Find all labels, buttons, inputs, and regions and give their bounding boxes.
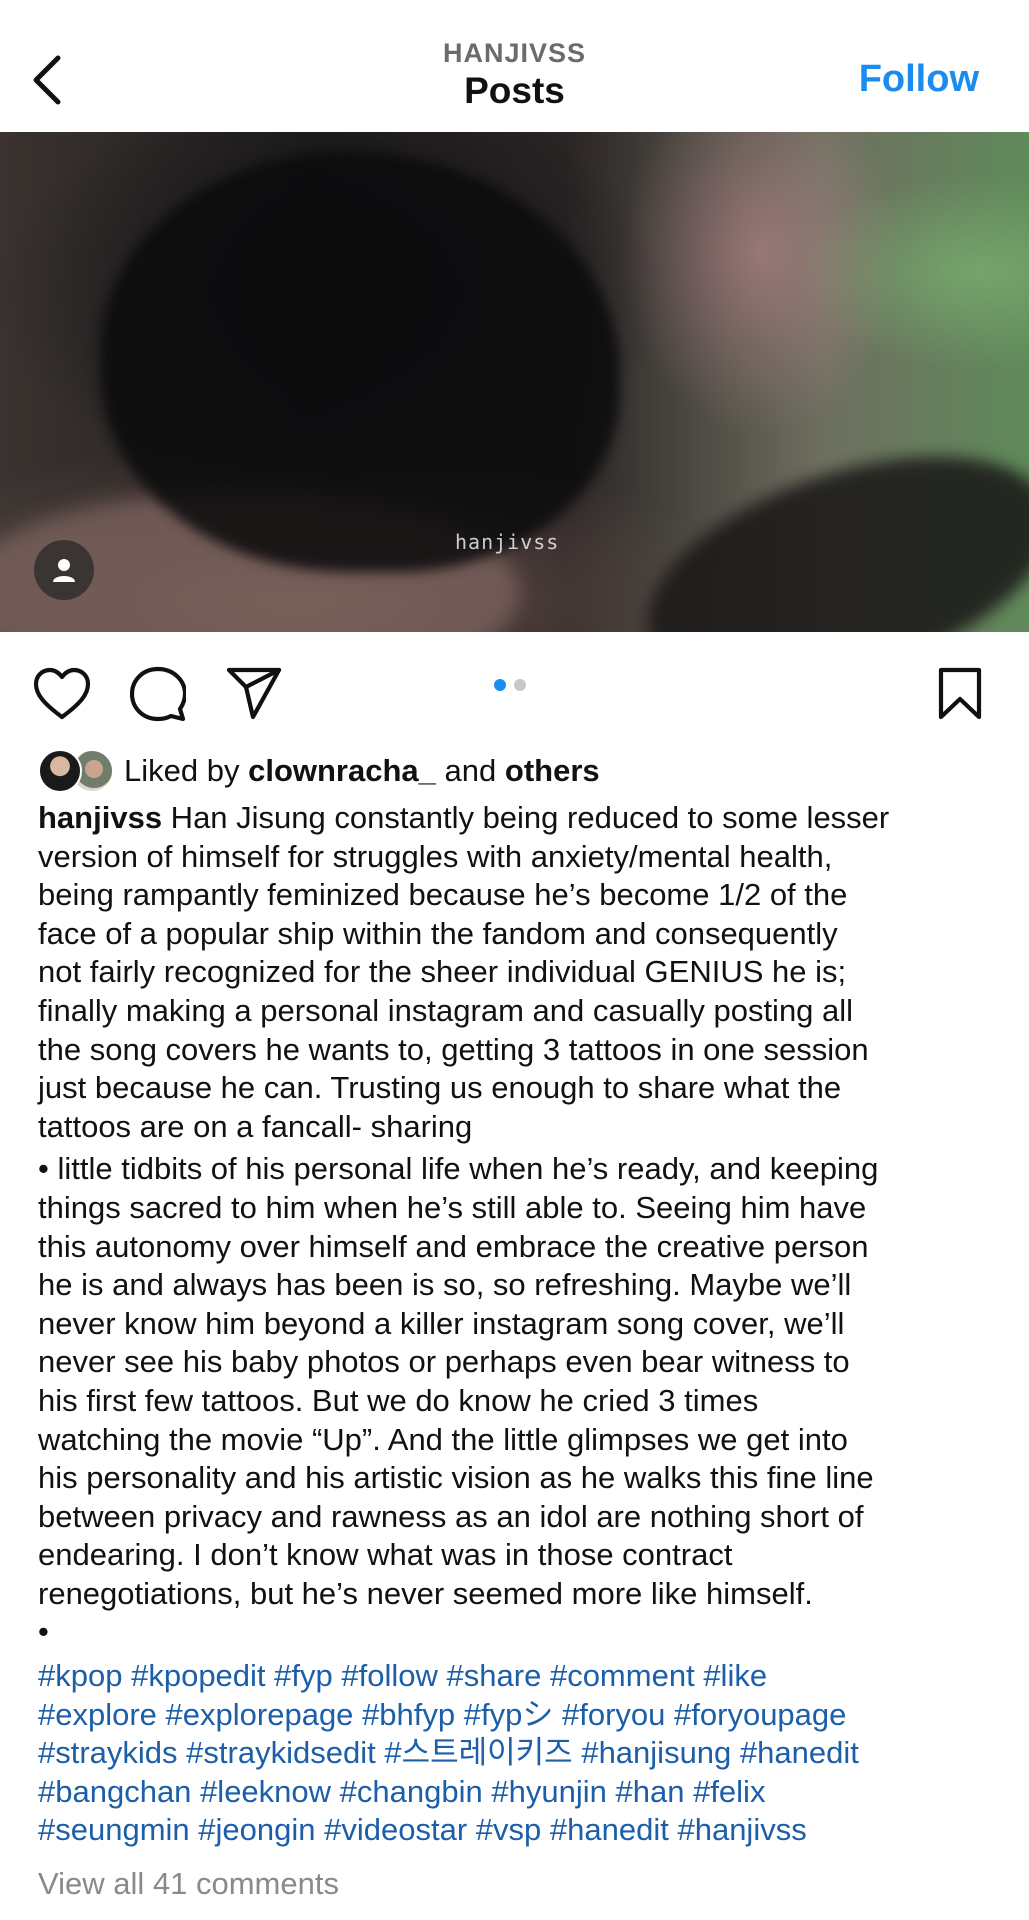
hashtag-link[interactable]: #hanedit: [550, 1812, 669, 1847]
tagged-users-button[interactable]: [34, 540, 94, 600]
caption-line: never see his baby photos or perhaps eve…: [38, 1344, 850, 1380]
bookmark-icon: [938, 667, 982, 720]
hashtag-link[interactable]: #fyp: [274, 1658, 333, 1693]
hashtag-link[interactable]: #hyunjin: [491, 1774, 606, 1809]
hashtag-link[interactable]: #explorepage: [166, 1697, 354, 1732]
hashtag-link[interactable]: #felix: [693, 1774, 765, 1809]
likes-others[interactable]: others: [505, 753, 600, 789]
hashtag-link[interactable]: #foryou: [562, 1697, 665, 1732]
caption-paragraph: • little tidbits of his personal life wh…: [38, 1150, 998, 1613]
hashtag-link[interactable]: #fypシ: [464, 1697, 554, 1732]
hashtag-link[interactable]: #hanjivss: [677, 1812, 806, 1847]
carousel-indicator: [494, 679, 526, 691]
comment-button[interactable]: [128, 664, 188, 724]
caption-line: endearing. I don’t know what was in thos…: [38, 1537, 733, 1573]
caption-line: watching the movie “Up”. And the little …: [38, 1421, 848, 1457]
caption-paragraph: hanjivss Han Jisung constantly being red…: [38, 799, 998, 1146]
hashtag-link[interactable]: #straykids: [38, 1735, 178, 1770]
hashtag-link[interactable]: #comment: [550, 1658, 695, 1693]
hashtag-link[interactable]: #kpopedit: [131, 1658, 265, 1693]
caption-line: not fairly recognized for the sheer indi…: [38, 954, 847, 990]
hashtag-link[interactable]: #seungmin: [38, 1812, 190, 1847]
caption-line: being rampantly feminized because he’s b…: [38, 877, 848, 913]
hashtag-line: #bangchan #leeknow #changbin #hyunjin #h…: [38, 1773, 1018, 1812]
share-button[interactable]: [224, 664, 284, 724]
hashtag-link[interactable]: #like: [703, 1658, 767, 1693]
hashtag-line: #seungmin #jeongin #videostar #vsp #hane…: [38, 1811, 1018, 1850]
hashtag-link[interactable]: #follow: [341, 1658, 438, 1693]
caption-line: he is and always has been is so, so refr…: [38, 1267, 852, 1303]
caption-line: things sacred to him when he’s still abl…: [38, 1189, 867, 1225]
likes-summary[interactable]: Liked by clownracha_ and others: [38, 745, 600, 797]
caption-line: tattoos are on a fancall- sharing: [38, 1108, 473, 1144]
view-all-comments-link[interactable]: View all 41 comments: [38, 1864, 339, 1904]
likes-prefix: Liked by: [124, 753, 240, 788]
speech-bubble-icon: [130, 666, 186, 722]
likes-connector: and: [444, 753, 497, 788]
caption-line: finally making a personal instagram and …: [38, 992, 854, 1028]
avatar: [38, 749, 82, 793]
hashtag-link[interactable]: #vsp: [476, 1812, 541, 1847]
liker-username[interactable]: clownracha_: [248, 753, 436, 789]
hashtag-line: #explore #explorepage #bhfyp #fypシ #fory…: [38, 1696, 1018, 1735]
carousel-dot: [514, 679, 526, 691]
hashtag-link[interactable]: #bangchan: [38, 1774, 191, 1809]
caption-line: renegotiations, but he’s never seemed mo…: [38, 1575, 813, 1611]
caption-line: between privacy and rawness as an idol a…: [38, 1498, 864, 1534]
media-blur-region: [619, 412, 1029, 632]
top-bar: HANJIVSS Posts Follow: [0, 0, 1029, 132]
media-blur-region: [100, 152, 620, 572]
caption-line: his personality and his artistic vision …: [38, 1460, 874, 1496]
hashtag-link[interactable]: #videostar: [324, 1812, 467, 1847]
caption-line: this autonomy over himself and embrace t…: [38, 1228, 869, 1264]
post-media[interactable]: hanjivss: [0, 132, 1029, 632]
heart-icon: [33, 667, 91, 720]
liker-avatars: [38, 747, 118, 795]
hashtag-link[interactable]: #스트레이키즈: [384, 1735, 572, 1770]
person-icon: [53, 559, 75, 582]
hashtag-link[interactable]: #jeongin: [198, 1812, 315, 1847]
hashtag-link[interactable]: #changbin: [340, 1774, 483, 1809]
caption-line: • little tidbits of his personal life wh…: [38, 1151, 879, 1187]
hashtag-link[interactable]: #explore: [38, 1697, 157, 1732]
hashtag-link[interactable]: #hanjisung: [581, 1735, 731, 1770]
hashtag-line: #straykids #straykidsedit #스트레이키즈 #hanji…: [38, 1734, 1018, 1773]
caption-bullet: •: [38, 1614, 49, 1650]
hashtag-link[interactable]: #hanedit: [740, 1735, 859, 1770]
media-watermark: hanjivss: [455, 530, 560, 554]
carousel-dot-active: [494, 679, 506, 691]
caption-line: his first few tattoos. But we do know he…: [38, 1382, 759, 1418]
post-caption: hanjivss Han Jisung constantly being red…: [38, 799, 998, 1651]
paper-plane-icon: [226, 667, 282, 720]
caption-line: hanjivss Han Jisung constantly being red…: [38, 800, 890, 835]
caption-line: just because he can. Trusting us enough …: [38, 1070, 842, 1106]
hashtag-link[interactable]: #foryoupage: [674, 1697, 846, 1732]
caption-username[interactable]: hanjivss: [38, 800, 162, 835]
follow-button[interactable]: Follow: [859, 56, 979, 102]
caption-line: face of a popular ship within the fandom…: [38, 915, 838, 951]
hashtag-line: #kpop #kpopedit #fyp #follow #share #com…: [38, 1657, 1018, 1696]
hashtag-link[interactable]: #leeknow: [200, 1774, 331, 1809]
save-button[interactable]: [930, 664, 990, 724]
caption-line: version of himself for struggles with an…: [38, 838, 833, 874]
hashtag-link[interactable]: #kpop: [38, 1658, 122, 1693]
caption-line: the song covers he wants to, getting 3 t…: [38, 1031, 869, 1067]
hashtag-link[interactable]: #straykidsedit: [186, 1735, 376, 1770]
like-button[interactable]: [32, 664, 92, 724]
hashtag-link[interactable]: #share: [447, 1658, 542, 1693]
hashtag-link[interactable]: #bhfyp: [362, 1697, 455, 1732]
caption-line: never know him beyond a killer instagram…: [38, 1305, 845, 1341]
hashtag-link[interactable]: #han: [615, 1774, 684, 1809]
hashtag-list: #kpop #kpopedit #fyp #follow #share #com…: [38, 1657, 1018, 1850]
